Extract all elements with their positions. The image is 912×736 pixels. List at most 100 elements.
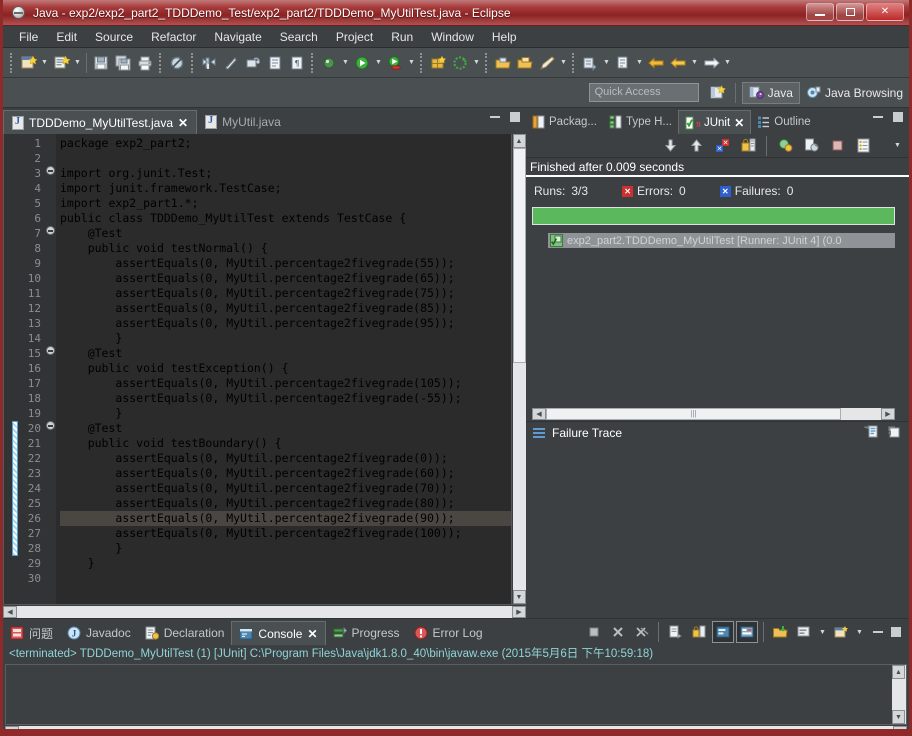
menu-project[interactable]: Project	[328, 28, 381, 46]
close-icon[interactable]: ✕	[734, 116, 744, 130]
link-task-icon[interactable]	[242, 52, 264, 74]
open-task-icon[interactable]	[220, 52, 242, 74]
code-line[interactable]: public void testBoundary() {	[60, 436, 511, 451]
editor-vertical-scrollbar[interactable]: ▲ ▼	[511, 134, 526, 604]
menu-refactor[interactable]: Refactor	[143, 28, 204, 46]
collapse-icon[interactable]	[46, 346, 55, 355]
minimize-icon[interactable]	[490, 116, 500, 118]
code-line[interactable]: import org.junit.Test;	[60, 166, 511, 181]
junit-test-tree[interactable]: exp2_part2.TDDDemo_MyUtilTest [Runner: J…	[526, 225, 909, 407]
minimize-icon[interactable]	[873, 116, 883, 118]
toggle-block-selection-icon[interactable]	[264, 52, 286, 74]
new-wizard-icon[interactable]	[17, 52, 39, 74]
code-line[interactable]: }	[60, 406, 511, 421]
scroll-up-button[interactable]: ▲	[513, 134, 526, 148]
open-console-dropdown-icon[interactable]	[830, 621, 852, 643]
scroll-up-button[interactable]: ▲	[892, 665, 905, 679]
toolbar-grip-5[interactable]	[420, 53, 424, 73]
code-line[interactable]: public void testNormal() {	[60, 241, 511, 256]
menu-navigate[interactable]: Navigate	[206, 28, 269, 46]
code-line[interactable]: public class TDDDemo_MyUtilTest extends …	[60, 211, 511, 226]
console-output[interactable]: ▲ ▼	[5, 664, 907, 725]
maximize-icon[interactable]	[893, 112, 903, 122]
tab-package-explorer[interactable]: Packag...	[526, 110, 603, 134]
code-line[interactable]: @Test	[60, 346, 511, 361]
menu-file[interactable]: File	[11, 28, 46, 46]
open-task-repository-icon[interactable]	[514, 52, 536, 74]
collapse-icon[interactable]	[46, 421, 55, 430]
code-line[interactable]: }	[60, 541, 511, 556]
console-view-dropdown[interactable]: ▼	[817, 621, 828, 643]
toolbar-grip-6[interactable]	[485, 53, 489, 73]
rerun-test-icon[interactable]	[774, 135, 796, 157]
remove-launch-icon[interactable]	[607, 621, 629, 643]
fold-slot[interactable]	[44, 166, 56, 181]
scroll-thumb[interactable]: |||	[546, 408, 841, 420]
coverage-dropdown[interactable]: ▼	[406, 52, 417, 74]
code-line[interactable]: import junit.framework.TestCase;	[60, 181, 511, 196]
toggle-mark-occurrences-icon[interactable]	[166, 52, 188, 74]
marker-bar[interactable]	[4, 134, 12, 604]
editor-tab-tdddemo-myutiltest[interactable]: TDDDemo_MyUtilTest.java ✕	[3, 110, 197, 134]
display-selected-console-icon[interactable]	[736, 621, 758, 643]
maximize-icon[interactable]	[510, 112, 520, 122]
close-button[interactable]: ✕	[866, 3, 904, 21]
minimize-icon[interactable]	[873, 631, 883, 633]
forward-icon[interactable]	[700, 52, 722, 74]
rerun-failed-icon[interactable]	[800, 135, 822, 157]
test-tree-item[interactable]: exp2_part2.TDDDemo_MyUtilTest [Runner: J…	[548, 233, 895, 248]
view-menu-icon[interactable]: ▼	[892, 135, 903, 157]
code-line[interactable]: package exp2_part2;	[60, 136, 511, 151]
code-line[interactable]: assertEquals(0, MyUtil.percentage2five…	[60, 391, 511, 406]
save-all-icon[interactable]	[112, 52, 134, 74]
next-failure-icon[interactable]	[659, 135, 681, 157]
scroll-right-button[interactable]: ▶	[881, 408, 895, 420]
remove-all-terminated-icon[interactable]	[631, 621, 653, 643]
scroll-track[interactable]	[513, 148, 526, 590]
stack-trace-filter-icon[interactable]	[886, 424, 901, 442]
previous-failure-icon[interactable]	[685, 135, 707, 157]
tab-declaration[interactable]: Declaration	[138, 621, 232, 645]
fold-slot[interactable]	[44, 421, 56, 436]
tab-javadoc[interactable]: J Javadoc	[60, 621, 138, 645]
code-line[interactable]: public void testException() {	[60, 361, 511, 376]
collapse-icon[interactable]	[46, 166, 55, 175]
quick-access-input[interactable]: Quick Access	[589, 83, 699, 102]
code-line[interactable]: assertEquals(0, MyUtil.percentage2five…	[60, 316, 511, 331]
perspective-java-browsing[interactable]: Java Browsing	[800, 82, 909, 104]
toolbar-grip-3[interactable]	[191, 53, 195, 73]
toolbar-grip-7[interactable]	[572, 53, 576, 73]
tab-console[interactable]: Console ✕	[231, 621, 325, 645]
code-line[interactable]: import exp2_part1.*;	[60, 196, 511, 211]
code-line[interactable]: @Test	[60, 421, 511, 436]
forward-dropdown[interactable]: ▼	[722, 52, 733, 74]
new-java-class-dropdown[interactable]: ▼	[72, 52, 83, 74]
clear-console-icon[interactable]	[664, 621, 686, 643]
close-icon[interactable]: ✕	[307, 627, 317, 641]
tab-type-hierarchy[interactable]: Type H...	[603, 110, 678, 134]
scroll-lock-icon[interactable]	[688, 621, 710, 643]
new-java-class-icon[interactable]	[50, 52, 72, 74]
menu-window[interactable]: Window	[423, 28, 482, 46]
search-icon[interactable]	[536, 52, 558, 74]
scroll-thumb[interactable]	[513, 148, 526, 363]
run-coverage-icon[interactable]	[384, 52, 406, 74]
code-line[interactable]: assertEquals(0, MyUtil.percentage2five…	[60, 451, 511, 466]
run-icon[interactable]	[351, 52, 373, 74]
failure-trace-body[interactable]	[526, 445, 909, 619]
show-failures-only-icon[interactable]: ✕ ✕	[711, 135, 733, 157]
code-line[interactable]: assertEquals(0, MyUtil.percentage2five…	[60, 301, 511, 316]
code-text[interactable]: package exp2_part2; import org.junit.Tes…	[56, 134, 511, 604]
new-console-view-icon[interactable]	[793, 621, 815, 643]
code-line[interactable]: assertEquals(0, MyUtil.percentage2five…	[60, 481, 511, 496]
code-line[interactable]: assertEquals(0, MyUtil.percentage2five…	[60, 271, 511, 286]
print-icon[interactable]	[134, 52, 156, 74]
code-line[interactable]	[60, 151, 511, 166]
terminate-icon[interactable]	[583, 621, 605, 643]
fold-slot[interactable]	[44, 226, 56, 241]
external-tools-dropdown[interactable]: ▼	[471, 52, 482, 74]
code-line[interactable]: assertEquals(0, MyUtil.percentage2five…	[60, 286, 511, 301]
menu-help[interactable]: Help	[484, 28, 525, 46]
fold-slot[interactable]	[44, 346, 56, 361]
h-scroll-track[interactable]	[17, 606, 512, 618]
